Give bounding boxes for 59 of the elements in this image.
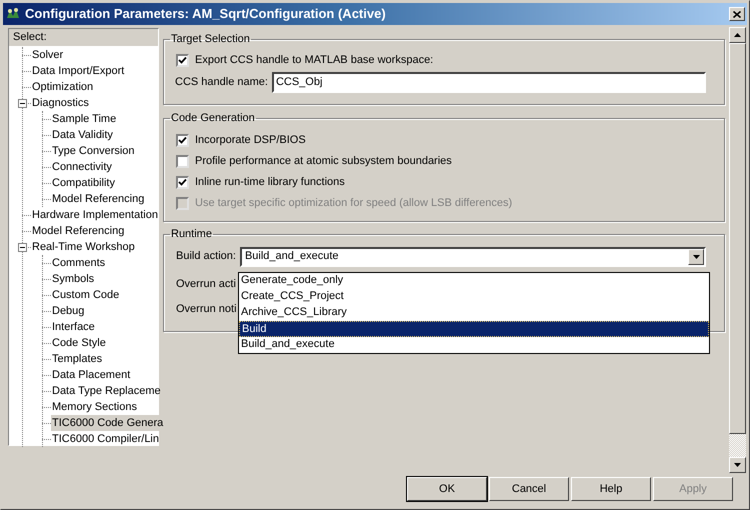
tree-item[interactable]: Code Style xyxy=(51,334,107,350)
tree-item[interactable]: Memory Sections xyxy=(51,398,138,414)
tree-item[interactable]: Data Type Replaceme xyxy=(51,382,162,398)
group-title: Target Selection xyxy=(170,32,251,47)
checkbox-label: Profile performance at atomic subsystem boundaries xyxy=(195,154,452,169)
tree-item[interactable]: Diagnostics xyxy=(31,94,90,110)
field-label: Overrun noti xyxy=(176,302,237,314)
checkbox[interactable] xyxy=(176,176,189,188)
group-title: Code Generation xyxy=(170,111,256,126)
tree-item[interactable]: Optimization xyxy=(31,78,94,94)
tree-item[interactable]: Custom Code xyxy=(51,286,120,302)
dropdown-option[interactable]: Generate_code_only xyxy=(239,273,709,289)
tree-header: Select: xyxy=(9,29,158,46)
tree-item[interactable]: Type Conversion xyxy=(51,142,136,158)
dialog-button[interactable]: Cancel xyxy=(489,477,569,501)
field-label: CCS handle name: xyxy=(175,74,268,90)
tree-item[interactable]: Sample Time xyxy=(51,110,118,126)
collapse-icon[interactable] xyxy=(18,98,27,108)
checkbox[interactable] xyxy=(176,154,189,168)
dropdown-option[interactable]: Build xyxy=(239,321,709,337)
input-field[interactable]: CCS_Obj xyxy=(272,72,706,92)
dropdown-option[interactable]: Build_and_execute xyxy=(239,337,709,353)
dropdown-option[interactable]: Archive_CCS_Library xyxy=(239,305,709,321)
dropdown-option[interactable]: Create_CCS_Project xyxy=(239,289,709,305)
scroll-down-icon[interactable] xyxy=(729,457,746,473)
dialog-button[interactable]: Help xyxy=(571,477,651,501)
tree-item[interactable]: Symbols xyxy=(51,270,96,286)
tree-item[interactable]: Connectivity xyxy=(51,158,113,174)
checkbox[interactable] xyxy=(176,54,189,66)
tree-item[interactable]: Model Referencing xyxy=(31,222,126,238)
tree-item[interactable]: Data Validity xyxy=(51,126,114,142)
tree-item[interactable]: Solver xyxy=(31,46,64,62)
tree-item[interactable]: Real-Time Workshop xyxy=(31,238,136,254)
checkbox-label: Use target specific optimization for speed (allow LSB differences) xyxy=(195,196,512,211)
checkbox-label: Incorporate DSP/BIOS xyxy=(195,132,306,148)
tree-item[interactable]: Hardware Implementation xyxy=(31,206,159,222)
tree-item[interactable]: Model Referencing xyxy=(51,190,146,206)
group-title: Runtime xyxy=(170,227,213,242)
tree-item[interactable]: Templates xyxy=(51,350,104,366)
tree-item[interactable]: Comments xyxy=(51,254,106,270)
build-action-dropdown[interactable]: Build_and_execute xyxy=(240,246,706,266)
close-icon xyxy=(733,10,741,18)
scroll-up-icon[interactable] xyxy=(729,27,746,43)
tree-item[interactable]: TIC6000 Compiler/Lin xyxy=(51,430,160,446)
tree-item[interactable]: Data Import/Export xyxy=(31,62,126,78)
tree-item[interactable]: Data Placement xyxy=(51,366,132,382)
tree-item[interactable]: TIC6000 Code Genera xyxy=(51,414,164,430)
close-button[interactable] xyxy=(729,7,745,21)
window-title: Configuration Parameters: AM_Sqrt/Configuration (Active) xyxy=(25,5,387,24)
tree-item[interactable]: Interface xyxy=(51,318,96,334)
tree-item[interactable]: Debug xyxy=(51,302,86,318)
field-label: Build action: xyxy=(176,249,236,264)
checkbox[interactable] xyxy=(176,134,189,146)
field-label: Overrun acti xyxy=(176,276,236,290)
collapse-icon[interactable] xyxy=(18,242,27,252)
checkbox-label: Export CCS handle to MATLAB base workspace: xyxy=(195,52,434,68)
dialog-button[interactable]: OK xyxy=(407,477,487,501)
tree-item[interactable]: Compatibility xyxy=(51,174,116,190)
checkbox-label: Inline run-time library functions xyxy=(195,174,345,190)
